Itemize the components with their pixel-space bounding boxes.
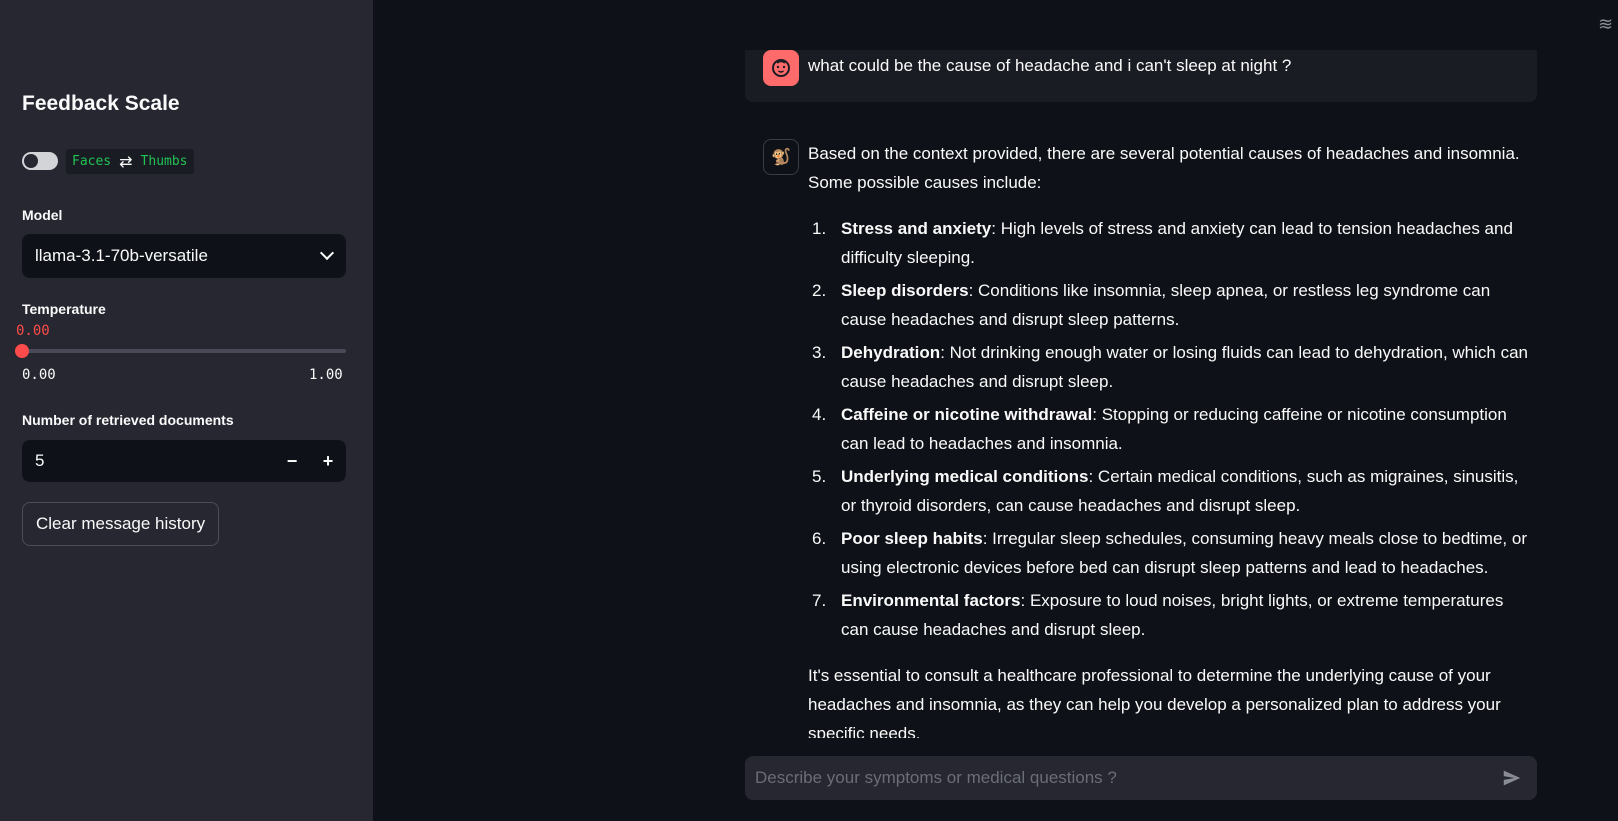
list-item: 3. Dehydration: Not drinking enough water…: [808, 338, 1528, 396]
list-item-title: Stress and anxiety: [841, 219, 992, 238]
list-item: 1. Stress and anxiety: High levels of str…: [808, 214, 1528, 272]
swap-arrows-icon: ⇄: [119, 151, 133, 171]
list-item: 5. Underlying medical conditions: Certain…: [808, 462, 1528, 520]
list-item-title: Sleep disorders: [841, 281, 969, 300]
sidebar: Feedback Scale Faces ⇄ Thumbs Model llam…: [0, 0, 373, 821]
list-item-title: Dehydration: [841, 343, 941, 362]
list-item: 2. Sleep disorders: Conditions like insom…: [808, 276, 1528, 334]
monkey-icon: 🐒: [763, 139, 799, 175]
temperature-slider-track[interactable]: [22, 349, 346, 353]
num-docs-value[interactable]: 5: [22, 451, 274, 471]
face-icon: [763, 50, 799, 86]
temperature-value: 0.00: [16, 323, 50, 339]
user-message: what could be the cause of headache and …: [745, 50, 1537, 102]
temperature-max: 1.00: [309, 367, 343, 383]
assistant-message: Based on the context provided, there are…: [808, 139, 1528, 748]
chat-input-bar: [745, 756, 1537, 800]
feedback-options-label: Faces ⇄ Thumbs: [66, 148, 194, 174]
list-number: 1.: [812, 219, 827, 238]
chevron-down-icon: [319, 245, 335, 261]
increment-button[interactable]: +: [310, 451, 346, 472]
list-number: 2.: [812, 281, 827, 300]
list-number: 3.: [812, 343, 827, 362]
causes-list: 1. Stress and anxiety: High levels of str…: [808, 214, 1528, 644]
list-number: 4.: [812, 405, 827, 424]
model-label: Model: [22, 207, 63, 223]
list-item: 4. Caffeine or nicotine withdrawal: Stopp…: [808, 400, 1528, 458]
collapse-icon[interactable]: ≋: [1598, 14, 1613, 35]
list-item: 7. Environmental factors: Exposure to lou…: [808, 586, 1528, 644]
send-icon[interactable]: [1501, 767, 1523, 789]
user-message-text: what could be the cause of headache and …: [808, 56, 1292, 75]
assistant-closing: It's essential to consult a healthcare p…: [808, 666, 1501, 743]
model-select[interactable]: llama-3.1-70b-versatile: [22, 234, 346, 278]
feedback-toggle-row: Faces ⇄ Thumbs: [22, 148, 194, 174]
decrement-button[interactable]: −: [274, 451, 310, 472]
chat-input[interactable]: [755, 768, 1501, 788]
sidebar-title: Feedback Scale: [22, 92, 180, 115]
model-selected-value: llama-3.1-70b-versatile: [35, 246, 208, 265]
input-backdrop: [745, 738, 1537, 756]
faces-label: Faces: [72, 153, 112, 169]
num-docs-input[interactable]: 5 − +: [22, 440, 346, 482]
list-item-text: : Not drinking enough water or losing fl…: [841, 343, 1528, 391]
list-item-title: Underlying medical conditions: [841, 467, 1089, 486]
list-item-title: Caffeine or nicotine withdrawal: [841, 405, 1093, 424]
assistant-intro: Based on the context provided, there are…: [808, 144, 1520, 192]
num-docs-label: Number of retrieved documents: [22, 412, 234, 428]
toggle-knob: [24, 154, 38, 168]
temperature-slider-thumb[interactable]: [15, 344, 29, 358]
clear-history-button[interactable]: Clear message history: [22, 502, 220, 546]
thumbs-label: Thumbs: [140, 153, 188, 169]
list-item: 6. Poor sleep habits: Irregular sleep sch…: [808, 524, 1528, 582]
list-number: 6.: [812, 529, 827, 548]
temperature-label: Temperature: [22, 301, 106, 317]
list-item-title: Poor sleep habits: [841, 529, 983, 548]
list-number: 5.: [812, 467, 827, 486]
feedback-toggle[interactable]: [22, 152, 58, 170]
list-number: 7.: [812, 591, 827, 610]
list-item-title: Environmental factors: [841, 591, 1021, 610]
temperature-min: 0.00: [22, 367, 56, 383]
